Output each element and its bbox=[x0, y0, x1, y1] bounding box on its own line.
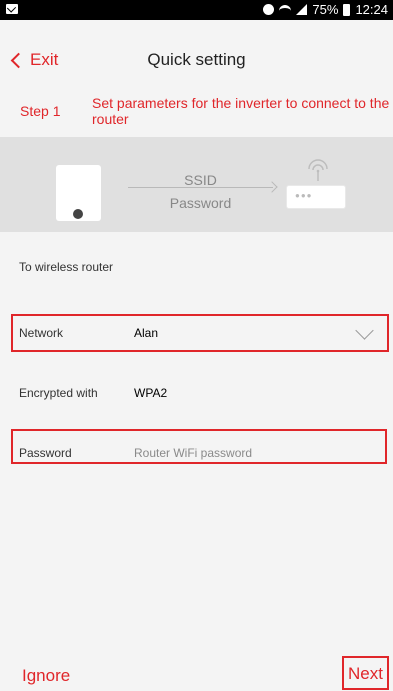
battery-icon bbox=[343, 3, 351, 16]
battery-percent: 75% bbox=[312, 2, 339, 17]
diagram-password-label: Password bbox=[169, 195, 232, 211]
wifi-signal-icon bbox=[308, 159, 328, 181]
encryption-row: Encrypted with WPA2 bbox=[0, 370, 393, 416]
clock: 12:24 bbox=[355, 2, 388, 17]
section-title: To wireless router bbox=[19, 260, 114, 274]
step-label: Step 1 bbox=[20, 103, 61, 119]
inverter-indicator bbox=[73, 209, 83, 219]
arrow-line bbox=[128, 187, 273, 188]
bottom-bar: Ignore Next bbox=[0, 640, 393, 691]
wifi-icon bbox=[279, 4, 292, 15]
inverter-icon bbox=[56, 165, 101, 221]
router-lights: ●●● bbox=[295, 191, 313, 200]
mail-icon bbox=[6, 4, 18, 14]
top-bar: Exit Quick setting bbox=[0, 20, 393, 90]
step-description: Set parameters for the inverter to conne… bbox=[92, 95, 390, 127]
router-icon: ●●● bbox=[286, 185, 346, 209]
alarm-icon bbox=[263, 4, 275, 15]
page-title: Quick setting bbox=[147, 50, 246, 69]
status-indicators: 75% 12:24 bbox=[263, 2, 388, 17]
step-row: Step 1 Set parameters for the inverter t… bbox=[0, 90, 393, 132]
status-bar: 75% 12:24 bbox=[0, 0, 393, 20]
signal-icon bbox=[296, 4, 308, 15]
next-button[interactable]: Next bbox=[342, 656, 389, 690]
diagram-ssid-label: SSID bbox=[184, 172, 217, 188]
encryption-value: WPA2 bbox=[134, 386, 168, 400]
encryption-label: Encrypted with bbox=[19, 386, 98, 400]
password-highlight bbox=[11, 429, 387, 464]
connection-diagram: SSID Password ●●● bbox=[0, 137, 393, 232]
ignore-button[interactable]: Ignore bbox=[22, 666, 70, 686]
network-highlight bbox=[11, 314, 389, 352]
